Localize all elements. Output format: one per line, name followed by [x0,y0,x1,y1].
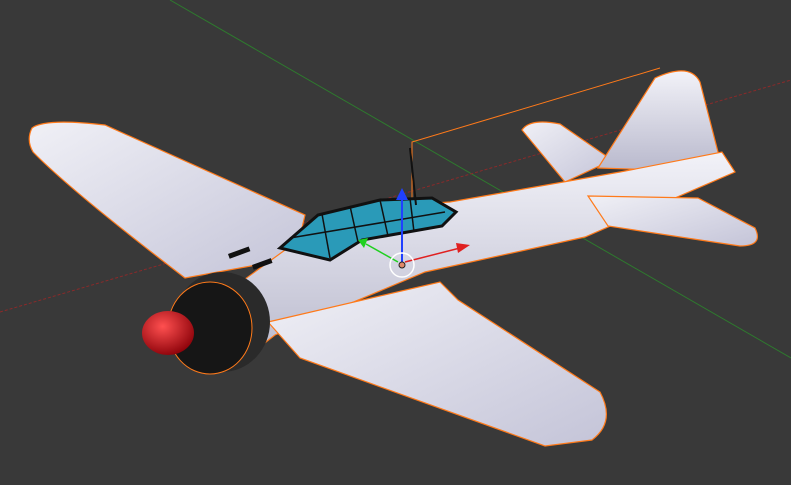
viewport-canvas[interactable] [0,0,791,485]
left-stabilizer [521,121,614,183]
antenna-mast [409,147,417,206]
propeller-spinner [142,311,194,355]
airplane-model[interactable] [28,70,759,447]
left-wing [28,121,306,279]
right-stabilizer [586,195,759,247]
gizmo-z-arrow-icon[interactable] [396,188,408,200]
3d-viewport[interactable] [0,0,791,485]
object-origin-icon [398,261,406,269]
